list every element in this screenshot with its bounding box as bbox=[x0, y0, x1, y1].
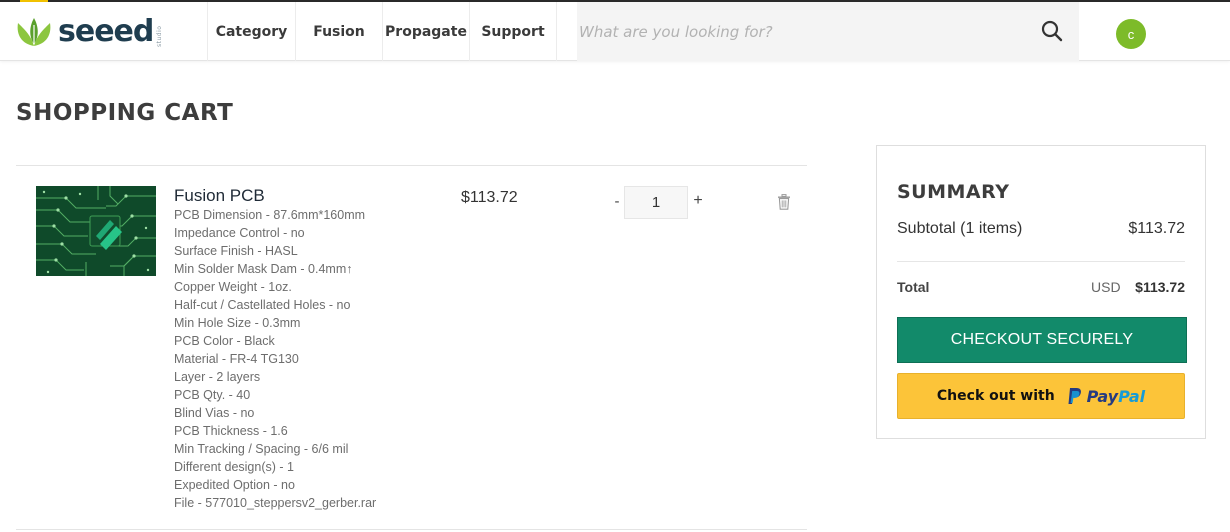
paypal-wordmark: PayPal bbox=[1087, 387, 1145, 406]
spec-item: Half-cut / Castellated Holes - no bbox=[174, 298, 351, 312]
quantity-input[interactable] bbox=[624, 186, 688, 219]
logo-subtitle: studio bbox=[156, 25, 164, 47]
nav-category[interactable]: Category bbox=[208, 2, 296, 61]
quantity-increment-button[interactable]: + bbox=[690, 192, 706, 210]
subtotal-label: Subtotal (1 items) bbox=[897, 220, 1023, 237]
spec-item: File - 577010_steppersv2_gerber.rar bbox=[174, 496, 377, 510]
product-thumbnail[interactable] bbox=[36, 186, 156, 276]
page-title: SHOPPING CART bbox=[16, 100, 234, 126]
product-name[interactable]: Fusion PCB bbox=[174, 186, 265, 206]
cart-divider bbox=[16, 165, 807, 166]
paypal-p-icon bbox=[1068, 388, 1081, 404]
spec-item: Min Tracking / Spacing - 6/6 mil bbox=[174, 442, 349, 456]
cart-divider bbox=[16, 529, 807, 530]
checkout-button[interactable]: CHECKOUT SECURELY bbox=[897, 317, 1187, 363]
leaf-logo-icon bbox=[17, 18, 51, 46]
spec-item: Material - FR-4 TG130 bbox=[174, 352, 299, 366]
trash-icon[interactable] bbox=[777, 194, 791, 210]
spec-item: PCB Qty. - 40 bbox=[174, 388, 251, 402]
search-input[interactable] bbox=[577, 11, 1017, 52]
spec-item: Blind Vias - no bbox=[174, 406, 255, 420]
subtotal-value: $113.72 bbox=[1128, 220, 1185, 237]
order-summary: SUMMARY Subtotal (1 items) $113.72 Total… bbox=[876, 145, 1206, 439]
item-price: $113.72 bbox=[461, 189, 518, 206]
search-icon[interactable] bbox=[1040, 19, 1064, 43]
spec-item: PCB Color - Black bbox=[174, 334, 275, 348]
paypal-wordmark-pay: Pay bbox=[1086, 386, 1119, 406]
search-bar bbox=[577, 2, 1079, 61]
pcb-image-icon bbox=[36, 186, 156, 276]
spec-item: PCB Thickness - 1.6 bbox=[174, 424, 288, 438]
spec-item: Expedited Option - no bbox=[174, 478, 295, 492]
paypal-wordmark-pal: Pal bbox=[1118, 386, 1146, 406]
spec-item: Min Hole Size - 0.3mm bbox=[174, 316, 301, 330]
spec-item: Surface Finish - HASL bbox=[174, 244, 298, 258]
spec-item: PCB Dimension - 87.6mm*160mm bbox=[174, 208, 366, 222]
nav-propagate[interactable]: Propagate bbox=[383, 2, 470, 61]
paypal-logo: PayPal bbox=[1067, 387, 1145, 406]
paypal-checkout-button[interactable]: Check out with PayPal bbox=[897, 373, 1185, 419]
nav-fusion[interactable]: Fusion bbox=[296, 2, 383, 61]
spec-item: Copper Weight - 1oz. bbox=[174, 280, 292, 294]
spec-item: Min Solder Mask Dam - 0.4mm↑ bbox=[174, 262, 353, 276]
total-value: $113.72 bbox=[1135, 279, 1185, 295]
summary-title: SUMMARY bbox=[897, 181, 1010, 203]
paypal-button-label: Check out with bbox=[936, 388, 1055, 404]
summary-divider bbox=[897, 261, 1185, 262]
total-currency: USD bbox=[1091, 279, 1121, 295]
seeed-logo[interactable]: seeed studio bbox=[14, 14, 179, 50]
user-avatar[interactable]: c bbox=[1116, 19, 1146, 49]
spec-item: Different design(s) - 1 bbox=[174, 460, 294, 474]
spec-item: Layer - 2 layers bbox=[174, 370, 261, 384]
spec-item: Impedance Control - no bbox=[174, 226, 305, 240]
total-label: Total bbox=[897, 279, 930, 295]
site-header: seeed studio Category Fusion Propagate S… bbox=[0, 2, 1230, 61]
product-specs: PCB Dimension - 87.6mm*160mm Impedance C… bbox=[174, 206, 376, 512]
quantity-decrement-button[interactable]: - bbox=[609, 193, 625, 211]
logo-wordmark: seeed bbox=[58, 14, 154, 49]
nav-support[interactable]: Support bbox=[470, 2, 557, 61]
